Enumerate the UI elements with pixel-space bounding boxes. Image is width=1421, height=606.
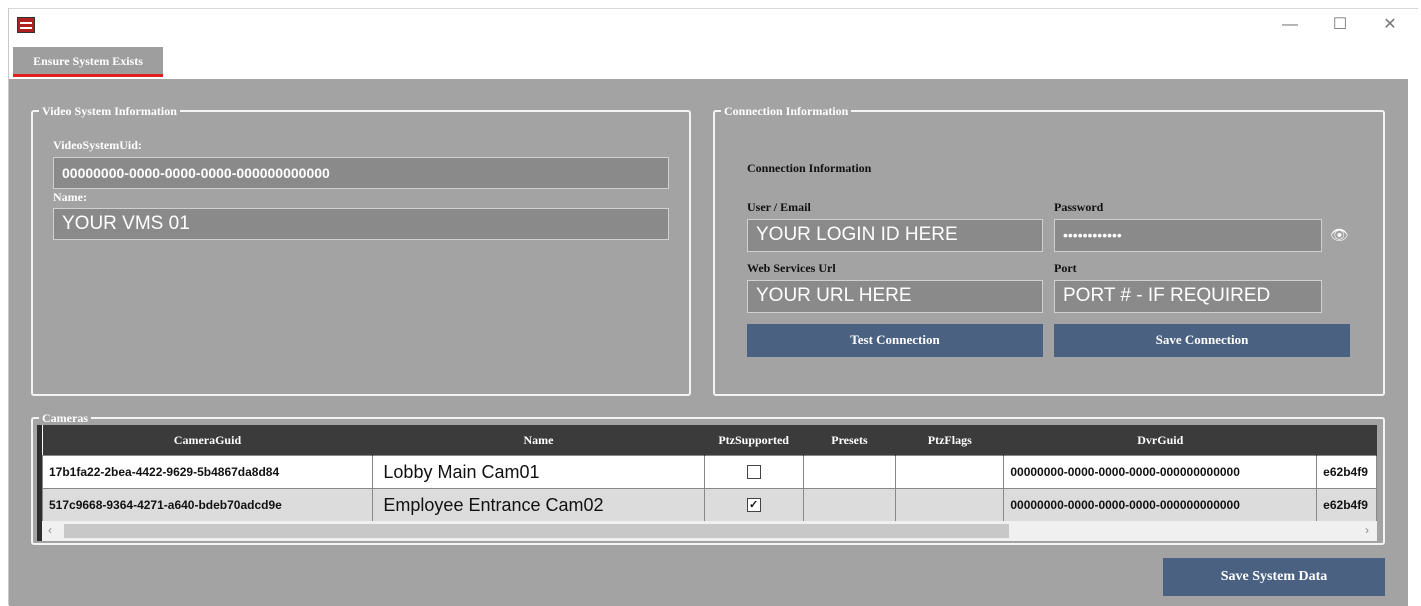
horizontal-scrollbar[interactable]: ‹ › — [42, 521, 1377, 541]
close-button[interactable]: ✕ — [1375, 13, 1405, 37]
column-header-ptzsupported[interactable]: PtzSupported — [704, 425, 804, 456]
cell-ptz-supported[interactable]: ✓ — [703, 488, 804, 522]
maximize-button[interactable]: ☐ — [1325, 13, 1355, 37]
save-connection-button[interactable]: Save Connection — [1054, 324, 1350, 357]
video-system-uid-field[interactable]: 00000000-0000-0000-0000-000000000000 — [53, 157, 669, 189]
cell-camera-name[interactable]: Lobby Main Cam01 — [372, 455, 705, 489]
show-password-eye-icon[interactable]: 👁 — [1330, 226, 1349, 244]
cell-extra[interactable]: e62b4f9 — [1316, 455, 1377, 489]
video-system-group: Video System Information VideoSystemUid:… — [31, 103, 691, 396]
scrollbar-thumb[interactable] — [64, 524, 1009, 538]
scroll-right-arrow-icon[interactable]: › — [1365, 523, 1369, 537]
scroll-left-arrow-icon[interactable]: ‹ — [48, 523, 52, 537]
cell-presets[interactable] — [802, 488, 897, 522]
column-header-name[interactable]: Name — [372, 425, 705, 456]
save-system-data-button[interactable]: Save System Data — [1163, 558, 1385, 596]
table-row[interactable]: 17b1fa22-2bea-4422-9629-5b4867da8d84 Lob… — [41, 455, 1377, 489]
table-header-row: CameraGuid Name PtzSupported Presets Ptz… — [42, 425, 1377, 456]
cell-camera-guid[interactable]: 17b1fa22-2bea-4422-9629-5b4867da8d84 — [41, 455, 374, 489]
column-header-presets[interactable]: Presets — [803, 425, 897, 456]
connection-heading: Connection Information — [747, 161, 872, 175]
tab-ensure-system-exists[interactable]: Ensure System Exists — [13, 47, 163, 77]
minimize-button[interactable]: — — [1275, 13, 1305, 37]
cell-camera-name[interactable]: Employee Entrance Cam02 — [372, 488, 705, 522]
user-email-field[interactable]: YOUR LOGIN ID HERE — [747, 219, 1043, 252]
cameras-table: CameraGuid Name PtzSupported Presets Ptz… — [41, 425, 1377, 522]
cell-extra[interactable]: e62b4f9 — [1316, 488, 1377, 522]
column-header-ptzflags[interactable]: PtzFlags — [895, 425, 1005, 456]
password-label: Password — [1054, 200, 1104, 214]
password-field[interactable]: •••••••••••• — [1054, 219, 1322, 252]
test-connection-button[interactable]: Test Connection — [747, 324, 1043, 357]
cell-ptz-supported[interactable] — [703, 455, 804, 489]
cameras-legend: Cameras — [39, 410, 91, 426]
cell-ptzflags[interactable] — [895, 488, 1005, 522]
window-right-edge — [1408, 43, 1418, 606]
cell-camera-guid[interactable]: 517c9668-9364-4271-a640-bdeb70adcd9e — [41, 488, 374, 522]
column-header-extra[interactable] — [1316, 425, 1377, 456]
connection-group: Connection Information Connection Inform… — [713, 103, 1385, 396]
video-system-uid-label: VideoSystemUid: — [53, 138, 142, 152]
cell-presets[interactable] — [802, 455, 897, 489]
cameras-grid: CameraGuid Name PtzSupported Presets Ptz… — [37, 425, 1377, 541]
app-window: — ☐ ✕ Ensure System Exists Video System … — [8, 8, 1418, 606]
name-label: Name: — [53, 190, 87, 204]
cell-dvr-guid[interactable]: 00000000-0000-0000-0000-000000000000 — [1003, 488, 1318, 522]
column-header-cameraguid[interactable]: CameraGuid — [42, 425, 374, 456]
cell-dvr-guid[interactable]: 00000000-0000-0000-0000-000000000000 — [1003, 455, 1318, 489]
connection-legend: Connection Information — [721, 103, 852, 119]
web-services-url-field[interactable]: YOUR URL HERE — [747, 280, 1043, 313]
tab-strip: Ensure System Exists — [9, 43, 1418, 79]
web-services-url-label: Web Services Url — [747, 261, 836, 275]
ptz-checkbox[interactable] — [746, 465, 761, 480]
app-logo-icon — [17, 17, 35, 33]
user-email-label: User / Email — [747, 200, 811, 214]
title-bar: — ☐ ✕ — [9, 9, 1418, 43]
column-header-dvrguid[interactable]: DvrGuid — [1003, 425, 1318, 456]
cell-ptzflags[interactable] — [895, 455, 1005, 489]
name-field[interactable]: YOUR VMS 01 — [53, 208, 669, 240]
port-field[interactable]: PORT # - IF REQUIRED — [1054, 280, 1322, 313]
ptz-checkbox[interactable]: ✓ — [746, 498, 761, 513]
video-system-legend: Video System Information — [39, 103, 180, 119]
table-row[interactable]: 517c9668-9364-4271-a640-bdeb70adcd9e Emp… — [41, 488, 1377, 522]
port-label: Port — [1054, 261, 1077, 275]
